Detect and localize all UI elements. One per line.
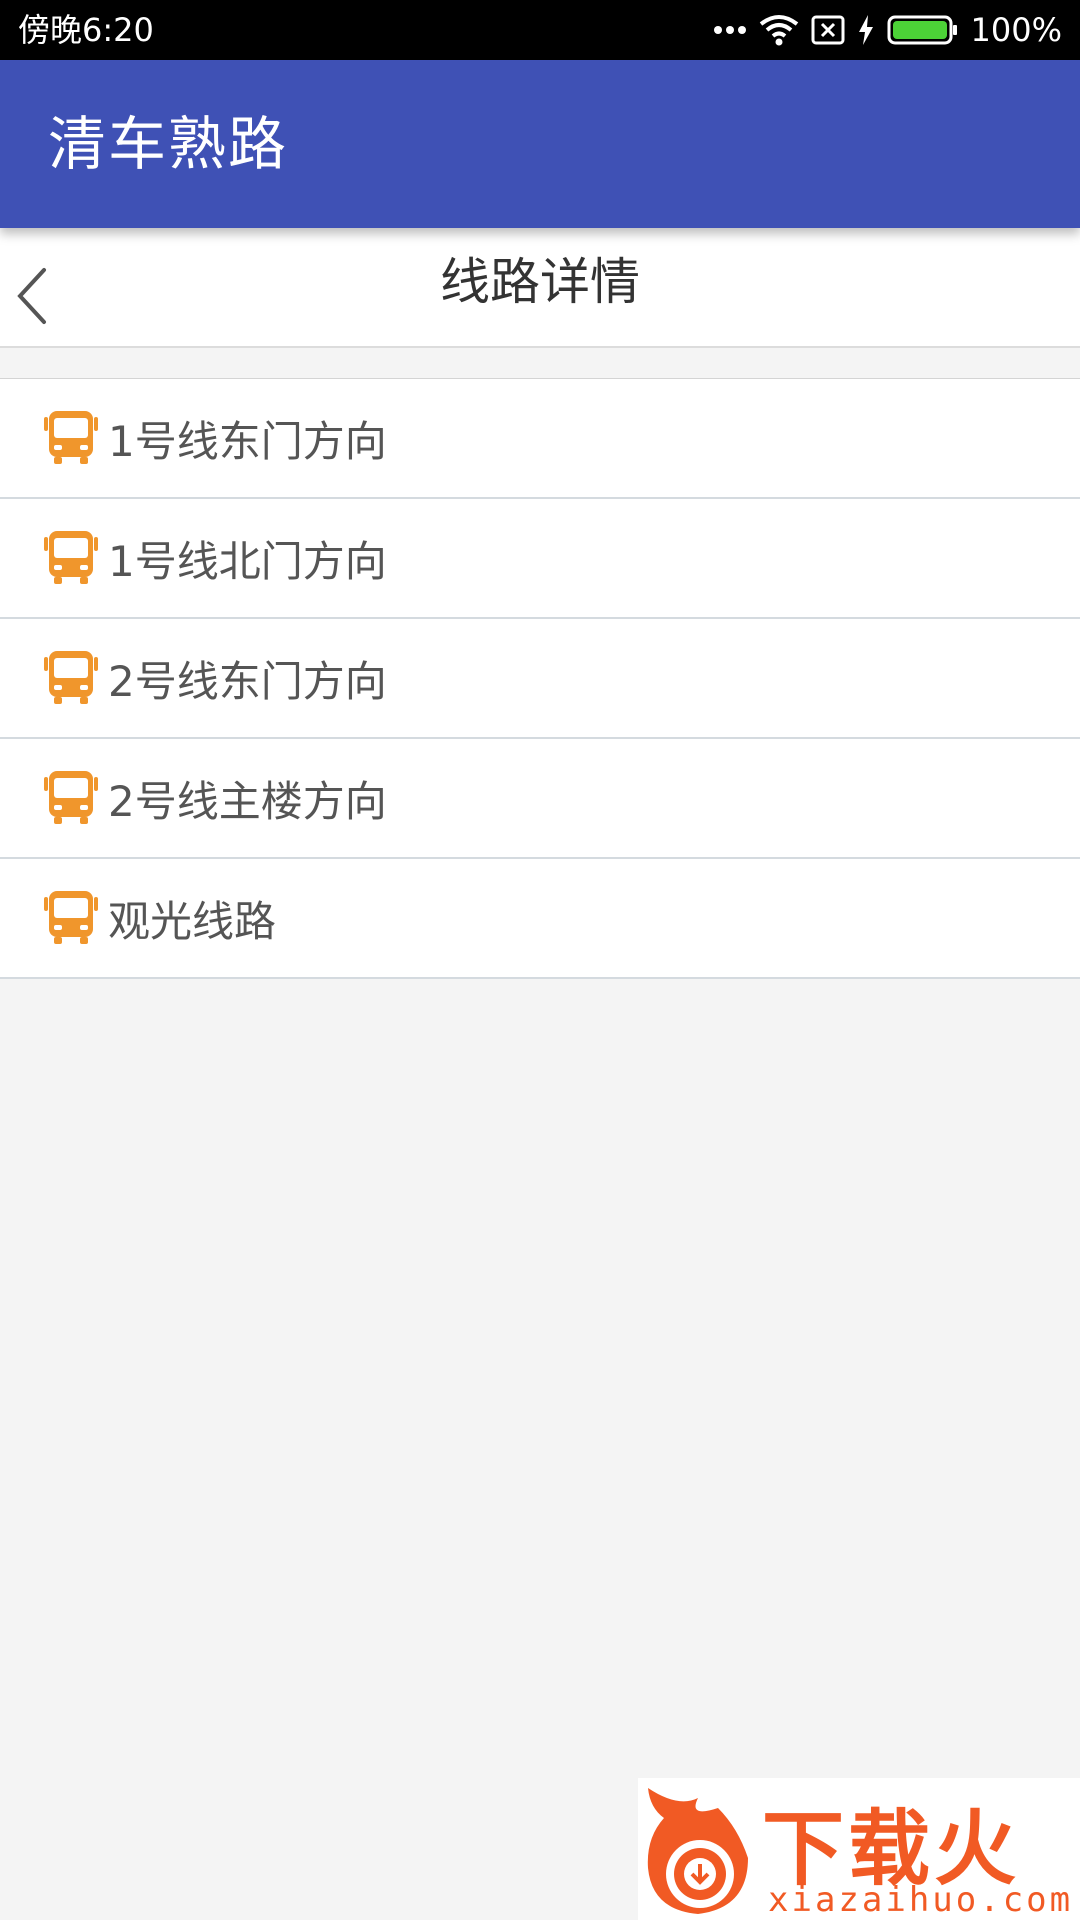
route-label: 2号线东门方向: [108, 656, 387, 706]
battery-icon: [887, 15, 957, 45]
bus-icon: [42, 529, 100, 587]
bus-icon: [42, 889, 100, 947]
wifi-icon: [759, 15, 798, 46]
status-time: 傍晚6:20: [18, 11, 154, 49]
page-title: 线路详情: [440, 253, 640, 311]
flame-logo-icon: [647, 1788, 748, 1914]
sub-header: 线路详情: [0, 228, 1080, 348]
battery-percent: 100%: [970, 11, 1062, 49]
watermark-logo: 下载火 xiazaihuo.com: [638, 1778, 1080, 1920]
charging-icon: [858, 15, 873, 45]
route-label: 1号线东门方向: [108, 416, 387, 466]
bus-icon: [42, 769, 100, 827]
route-label: 观光线路: [108, 896, 277, 946]
status-icons: 100%: [713, 0, 1062, 60]
route-label: 2号线主楼方向: [108, 776, 387, 826]
app-title: 清车熟路: [48, 110, 289, 178]
bus-icon: [42, 649, 100, 707]
route-item[interactable]: 2号线东门方向: [0, 619, 1080, 739]
route-item[interactable]: 1号线北门方向: [0, 499, 1080, 619]
route-item[interactable]: 2号线主楼方向: [0, 739, 1080, 859]
route-item[interactable]: 观光线路: [0, 859, 1080, 979]
route-item[interactable]: 1号线东门方向: [0, 379, 1080, 499]
route-list: 1号线东门方向 1号线北门方向 2号线东门方向 2号线主楼方向 观光线路: [0, 378, 1080, 979]
watermark-url: xiazaihuo.com: [768, 1880, 1074, 1920]
app-bar: 清车熟路: [0, 60, 1080, 228]
sim-off-icon: [811, 15, 845, 45]
route-label: 1号线北门方向: [108, 536, 387, 586]
status-bar: 傍晚6:20 100%: [0, 0, 1080, 60]
bus-icon: [42, 409, 100, 467]
more-dots-icon: [713, 26, 746, 34]
